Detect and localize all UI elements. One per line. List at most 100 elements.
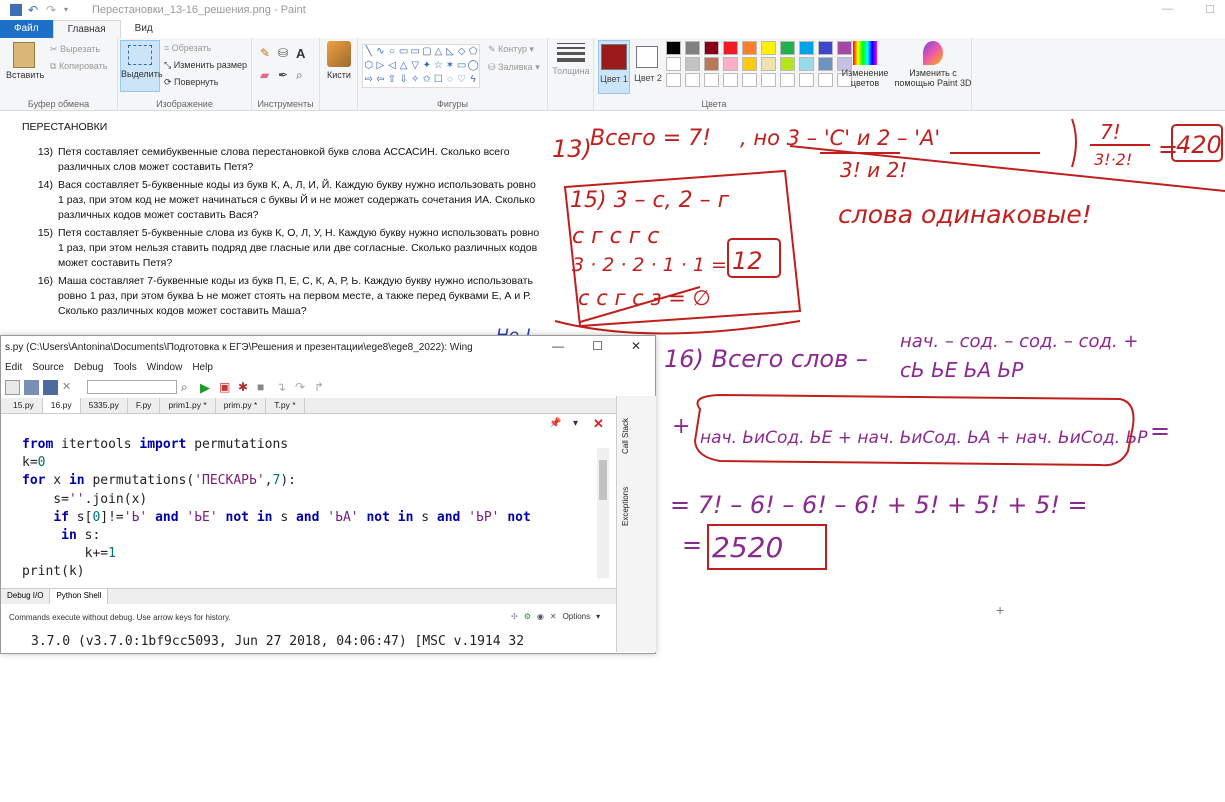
palette-swatch-empty[interactable] bbox=[685, 73, 700, 87]
close-icon[interactable]: ✕ bbox=[550, 612, 557, 621]
palette-swatch[interactable] bbox=[761, 41, 776, 55]
tab-view[interactable]: Вид bbox=[121, 20, 167, 38]
palette-swatch[interactable] bbox=[818, 57, 833, 71]
tab-file-f[interactable]: F.py bbox=[128, 398, 161, 413]
palette-swatch-empty[interactable] bbox=[742, 73, 757, 87]
eye-icon[interactable]: ◉ bbox=[537, 612, 544, 621]
color-palette[interactable] bbox=[666, 41, 854, 87]
palette-swatch[interactable] bbox=[685, 41, 700, 55]
save-all-icon[interactable] bbox=[43, 379, 58, 395]
gear-icon[interactable]: ⚙ bbox=[524, 612, 531, 621]
close-icon[interactable]: ✕ bbox=[631, 339, 641, 353]
outline-dropdown[interactable]: ✎ Контур ▾ bbox=[488, 44, 534, 55]
palette-swatch[interactable] bbox=[780, 41, 795, 55]
palette-swatch[interactable] bbox=[723, 41, 738, 55]
save-icon[interactable] bbox=[10, 4, 22, 16]
palette-swatch[interactable] bbox=[704, 41, 719, 55]
menu-source[interactable]: Source bbox=[32, 362, 64, 373]
tab-file-prim[interactable]: prim.py * bbox=[216, 398, 267, 413]
color1-button[interactable]: Цвет 1 bbox=[598, 40, 630, 94]
palette-swatch[interactable] bbox=[780, 57, 795, 71]
paint3d-button[interactable]: Изменить с помощью Paint 3D bbox=[894, 41, 972, 88]
chevron-down-icon[interactable]: ▾ bbox=[596, 612, 600, 621]
undo-icon[interactable]: ↶ bbox=[28, 4, 40, 16]
minimize-icon[interactable]: — bbox=[1162, 3, 1173, 16]
pin-icon[interactable]: 📌 bbox=[549, 418, 561, 429]
magnifier-icon[interactable]: ⌕ bbox=[296, 68, 303, 83]
close-editor-icon[interactable]: ✕ bbox=[593, 416, 604, 432]
search-settings-icon[interactable]: ✕ bbox=[62, 380, 77, 395]
maximize-icon[interactable]: ☐ bbox=[1205, 3, 1215, 16]
step-out-icon[interactable]: ↱ bbox=[314, 380, 329, 395]
chevron-down-icon[interactable]: ▾ bbox=[573, 418, 578, 429]
pencil-icon[interactable]: ✎ bbox=[260, 46, 270, 60]
menu-debug[interactable]: Debug bbox=[74, 362, 103, 373]
code-text[interactable]: from itertools import permutations k=0 f… bbox=[17, 432, 609, 582]
stop-icon[interactable]: ■ bbox=[257, 380, 272, 395]
tab-python-shell[interactable]: Python Shell bbox=[50, 589, 109, 604]
tab-file-15[interactable]: 15.py bbox=[5, 398, 43, 413]
tab-file-5335[interactable]: 5335.py bbox=[81, 398, 128, 413]
redo-icon[interactable]: ↷ bbox=[46, 4, 58, 16]
code-editor[interactable]: from itertools import permutations k=0 f… bbox=[17, 432, 609, 598]
palette-swatch-empty[interactable] bbox=[723, 73, 738, 87]
palette-swatch[interactable] bbox=[666, 41, 681, 55]
options-button[interactable]: Options bbox=[563, 612, 591, 621]
bug-icon[interactable]: ✱ bbox=[238, 380, 253, 395]
brushes-button[interactable]: Кисти bbox=[322, 41, 356, 80]
edit-colors-button[interactable]: Изменение цветов bbox=[840, 41, 890, 88]
rotate-button[interactable]: ⟳ Повернуть bbox=[164, 77, 219, 88]
tab-file[interactable]: Файл bbox=[0, 20, 53, 38]
tab-file-prim1[interactable]: prim1.py * bbox=[160, 398, 216, 413]
menu-edit[interactable]: Edit bbox=[5, 362, 22, 373]
color-picker-icon[interactable]: ✒ bbox=[278, 68, 288, 82]
palette-swatch[interactable] bbox=[723, 57, 738, 71]
paint-canvas[interactable]: ПЕРЕСТАНОВКИ 13) Петя составляет семибукв… bbox=[0, 111, 1225, 654]
palette-swatch-empty[interactable] bbox=[799, 73, 814, 87]
palette-swatch-empty[interactable] bbox=[818, 73, 833, 87]
color2-button[interactable]: Цвет 2 bbox=[632, 40, 664, 94]
copy-button[interactable]: ⧉ Копировать bbox=[50, 61, 107, 72]
tab-exceptions[interactable]: Exceptions bbox=[621, 487, 630, 526]
menu-window[interactable]: Window bbox=[147, 362, 183, 373]
palette-swatch[interactable] bbox=[818, 41, 833, 55]
maximize-icon[interactable]: ☐ bbox=[592, 339, 603, 353]
palette-swatch[interactable] bbox=[742, 41, 757, 55]
thickness-button[interactable]: Толщина bbox=[551, 43, 591, 76]
chevron-down-icon[interactable]: ▾ bbox=[64, 4, 76, 16]
crop-button[interactable]: ⌗ Обрезать bbox=[164, 43, 211, 54]
palette-swatch[interactable] bbox=[666, 57, 681, 71]
palette-swatch[interactable] bbox=[799, 41, 814, 55]
shapes-gallery[interactable]: ╲ ∿ ○ ▭ ▭ ▢ △ ◺ ◇ ⬠ ⬡ ▷ ◁ △ ▽ ✦ ☆ ✶ ▭ ◯ ⇨ ⇦ ⇧ ⇩ ✧ ✩ ☐ ◌ ♡ ϟ bbox=[362, 44, 480, 88]
tab-file-t[interactable]: T.py * bbox=[266, 398, 305, 413]
cut-button[interactable]: ✂ Вырезать bbox=[50, 44, 100, 55]
menu-tools[interactable]: Tools bbox=[113, 362, 136, 373]
editor-scrollbar[interactable] bbox=[597, 448, 609, 578]
paste-button[interactable]: Вставить bbox=[6, 42, 44, 80]
palette-swatch-empty[interactable] bbox=[780, 73, 795, 87]
palette-swatch[interactable] bbox=[704, 57, 719, 71]
tab-file-16[interactable]: 16.py bbox=[42, 398, 81, 413]
palette-swatch[interactable] bbox=[799, 57, 814, 71]
palette-swatch[interactable] bbox=[742, 57, 757, 71]
minimize-icon[interactable]: — bbox=[552, 339, 564, 353]
run-icon[interactable]: ▶ bbox=[200, 380, 215, 395]
fill-dropdown[interactable]: ⛁ Заливка ▾ bbox=[488, 62, 540, 73]
palette-swatch[interactable] bbox=[761, 57, 776, 71]
fill-bucket-icon[interactable]: ⛁ bbox=[278, 46, 288, 60]
save-icon[interactable] bbox=[24, 379, 39, 395]
run-marker-icon[interactable]: ✣ bbox=[511, 612, 518, 621]
palette-swatch-empty[interactable] bbox=[704, 73, 719, 87]
tab-call-stack[interactable]: Call Stack bbox=[621, 418, 630, 454]
new-file-icon[interactable] bbox=[5, 379, 20, 395]
palette-swatch-empty[interactable] bbox=[761, 73, 776, 87]
tab-debug-io[interactable]: Debug I/O bbox=[1, 589, 51, 604]
step-over-icon[interactable]: ↷ bbox=[295, 380, 310, 395]
resize-button[interactable]: ⤡ Изменить размер bbox=[164, 60, 247, 71]
tab-home[interactable]: Главная bbox=[52, 20, 121, 38]
text-tool-icon[interactable]: A bbox=[296, 46, 305, 61]
debug-file-icon[interactable]: ▣ bbox=[219, 380, 234, 395]
eraser-icon[interactable]: ▰ bbox=[260, 68, 269, 82]
toolbar-search-input[interactable] bbox=[87, 380, 177, 394]
palette-swatch[interactable] bbox=[685, 57, 700, 71]
